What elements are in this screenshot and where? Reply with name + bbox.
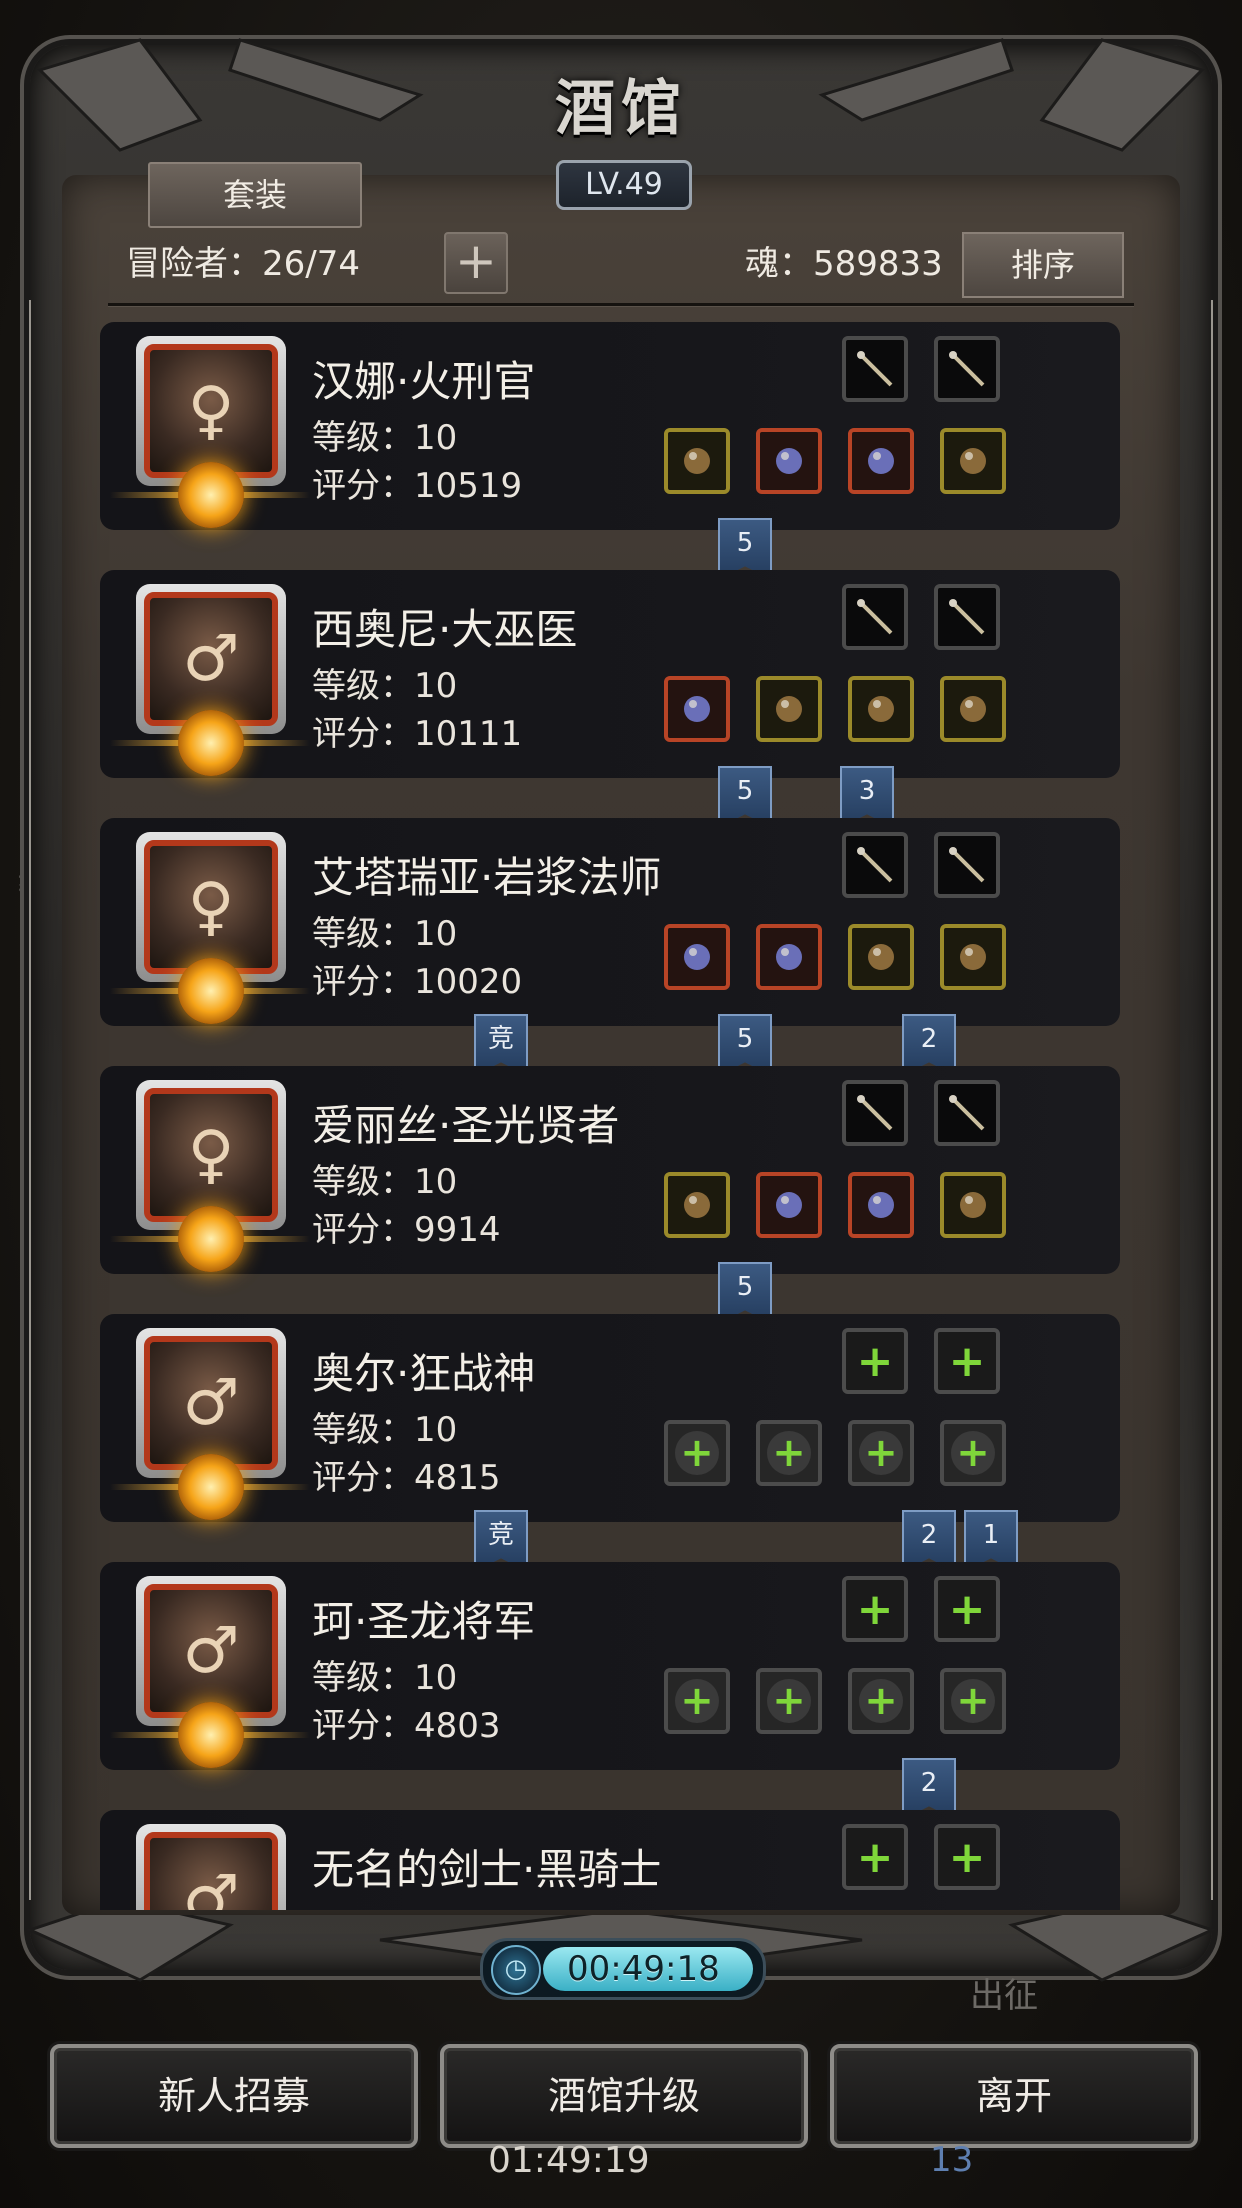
bottom-timer: 01:49:19 bbox=[488, 2140, 650, 2181]
divider bbox=[108, 303, 1134, 306]
equipment-icon[interactable] bbox=[940, 428, 1006, 494]
adventurer-count: 冒险者：26/74 bbox=[126, 244, 360, 284]
hero-face-icon: ♂ bbox=[144, 1336, 278, 1470]
staff-icon[interactable] bbox=[934, 832, 1000, 898]
plus-icon[interactable]: + bbox=[940, 1668, 1006, 1734]
hero-row[interactable]: ♂ 珂·圣龙将军等级：10 评分：4803 + + + + + + bbox=[100, 1562, 1120, 1770]
hero-score: 评分：4815 bbox=[312, 1458, 501, 1498]
hero-face-icon: ♂ bbox=[144, 592, 278, 726]
plus-icon[interactable]: + bbox=[756, 1420, 822, 1486]
hero-face-icon: ♀ bbox=[144, 344, 278, 478]
hero-face-icon: ♀ bbox=[144, 1088, 278, 1222]
staff-icon[interactable] bbox=[842, 584, 908, 650]
equipment-icon[interactable] bbox=[940, 1172, 1006, 1238]
equipment-icon[interactable] bbox=[848, 1172, 914, 1238]
plus-icon: + bbox=[455, 232, 497, 290]
plus-icon[interactable]: + bbox=[940, 1420, 1006, 1486]
plus-icon[interactable]: + bbox=[842, 1576, 908, 1642]
suit-tab[interactable]: 套装 bbox=[148, 162, 362, 228]
hero-face-icon: ♀ bbox=[144, 840, 278, 974]
equipment-icon[interactable] bbox=[664, 428, 730, 494]
hero-level: 等级：10 bbox=[312, 666, 458, 706]
hero-score: 评分：10111 bbox=[312, 714, 523, 754]
sun-emblem-icon bbox=[178, 958, 244, 1024]
soul-count: 魂：589833 bbox=[745, 244, 943, 284]
equipment-icon[interactable] bbox=[756, 924, 822, 990]
recruit-button[interactable]: 新人招募 bbox=[50, 2044, 418, 2148]
equipment-icon[interactable] bbox=[664, 676, 730, 742]
tavern-level-badge: LV.49 bbox=[556, 160, 692, 210]
hero-name: 西奥尼·大巫医 bbox=[312, 605, 578, 654]
sun-emblem-icon bbox=[178, 1206, 244, 1272]
hero-face-icon: ♂ bbox=[144, 1584, 278, 1718]
plus-icon[interactable]: + bbox=[848, 1668, 914, 1734]
hero-level: 等级：10 bbox=[312, 1658, 458, 1698]
hero-score: 评分：4803 bbox=[312, 1706, 501, 1746]
sun-emblem-icon bbox=[178, 710, 244, 776]
hero-name: 艾塔瑞亚·岩浆法师 bbox=[312, 853, 662, 902]
equipment-icon[interactable] bbox=[848, 428, 914, 494]
sun-emblem-icon bbox=[178, 1702, 244, 1768]
equipment-icon[interactable] bbox=[756, 428, 822, 494]
hero-list[interactable]: ♀ 汉娜·火刑官 等级：10 评分：10519 5 ♂ 西奥尼·大巫医 等级：10 评分：101… bbox=[100, 322, 1140, 1910]
hero-row[interactable]: ♂ 西奥尼·大巫医等级：10 评分：10111 bbox=[100, 570, 1120, 778]
hero-score: 评分：10020 bbox=[312, 962, 523, 1002]
hero-row[interactable]: ♀ 汉娜·火刑官等级：10 评分：10519 bbox=[100, 322, 1120, 530]
hero-score: 评分：9914 bbox=[312, 1210, 501, 1250]
hero-face-icon: ♂ bbox=[144, 1832, 278, 1910]
plus-icon[interactable]: + bbox=[934, 1576, 1000, 1642]
hero-level: 等级：10 bbox=[312, 418, 458, 458]
staff-icon[interactable] bbox=[842, 832, 908, 898]
hero-row[interactable]: ♂ 无名的剑士·黑骑士 + + bbox=[100, 1810, 1120, 1910]
staff-icon[interactable] bbox=[934, 336, 1000, 402]
timer-text: 00:49:18 bbox=[567, 1949, 720, 1989]
timer-bar: ◷ 00:49:18 bbox=[480, 1938, 766, 2000]
equipment-icon[interactable] bbox=[664, 1172, 730, 1238]
hero-level: 等级：10 bbox=[312, 1410, 458, 1450]
title-plate: 酒馆 bbox=[478, 60, 764, 170]
plus-icon[interactable]: + bbox=[756, 1668, 822, 1734]
staff-icon[interactable] bbox=[842, 1080, 908, 1146]
add-adventurer-slot-button[interactable]: + bbox=[444, 232, 508, 294]
page-title: 酒馆 bbox=[555, 74, 687, 144]
plus-icon[interactable]: + bbox=[664, 1668, 730, 1734]
staff-icon[interactable] bbox=[934, 1080, 1000, 1146]
equipment-icon[interactable] bbox=[756, 676, 822, 742]
tavern-upgrade-button[interactable]: 酒馆升级 bbox=[440, 2044, 808, 2148]
plus-icon[interactable]: + bbox=[842, 1328, 908, 1394]
equipment-icon[interactable] bbox=[940, 924, 1006, 990]
behind-text-right: 出征 bbox=[970, 1976, 1038, 2016]
equipment-icon[interactable] bbox=[848, 676, 914, 742]
sun-emblem-icon bbox=[178, 1454, 244, 1520]
hero-name: 爱丽丝·圣光贤者 bbox=[312, 1101, 620, 1150]
hero-row[interactable]: ♂ 奥尔·狂战神等级：10 评分：4815 + + + + + + bbox=[100, 1314, 1120, 1522]
hero-level: 等级：10 bbox=[312, 914, 458, 954]
hero-portrait[interactable]: ♂ bbox=[136, 1824, 286, 1910]
sun-emblem-icon bbox=[178, 462, 244, 528]
sort-button[interactable]: 排序 bbox=[962, 232, 1124, 298]
hero-level: 等级：10 bbox=[312, 1162, 458, 1202]
bottom-count: 13 bbox=[930, 2140, 974, 2180]
equipment-icon[interactable] bbox=[940, 676, 1006, 742]
equipment-icon[interactable] bbox=[664, 924, 730, 990]
plus-icon[interactable]: + bbox=[934, 1328, 1000, 1394]
plus-icon[interactable]: + bbox=[848, 1420, 914, 1486]
leave-button[interactable]: 离开 bbox=[830, 2044, 1198, 2148]
staff-icon[interactable] bbox=[842, 336, 908, 402]
staff-icon[interactable] bbox=[934, 584, 1000, 650]
hero-name: 汉娜·火刑官 bbox=[312, 357, 536, 406]
hero-row[interactable]: ♀ 爱丽丝·圣光贤者等级：10 评分：9914 bbox=[100, 1066, 1120, 1274]
plus-icon[interactable]: + bbox=[934, 1824, 1000, 1890]
plus-icon[interactable]: + bbox=[842, 1824, 908, 1890]
equipment-icon[interactable] bbox=[848, 924, 914, 990]
clock-icon: ◷ bbox=[491, 1945, 541, 1995]
hero-name: 奥尔·狂战神 bbox=[312, 1349, 536, 1398]
hero-row[interactable]: ♀ 艾塔瑞亚·岩浆法师等级：10 评分：10020 bbox=[100, 818, 1120, 1026]
hero-score: 评分：10519 bbox=[312, 466, 523, 506]
hero-name: 无名的剑士·黑骑士 bbox=[312, 1845, 662, 1894]
plus-icon[interactable]: + bbox=[664, 1420, 730, 1486]
equipment-icon[interactable] bbox=[756, 1172, 822, 1238]
hero-name: 珂·圣龙将军 bbox=[312, 1597, 536, 1646]
